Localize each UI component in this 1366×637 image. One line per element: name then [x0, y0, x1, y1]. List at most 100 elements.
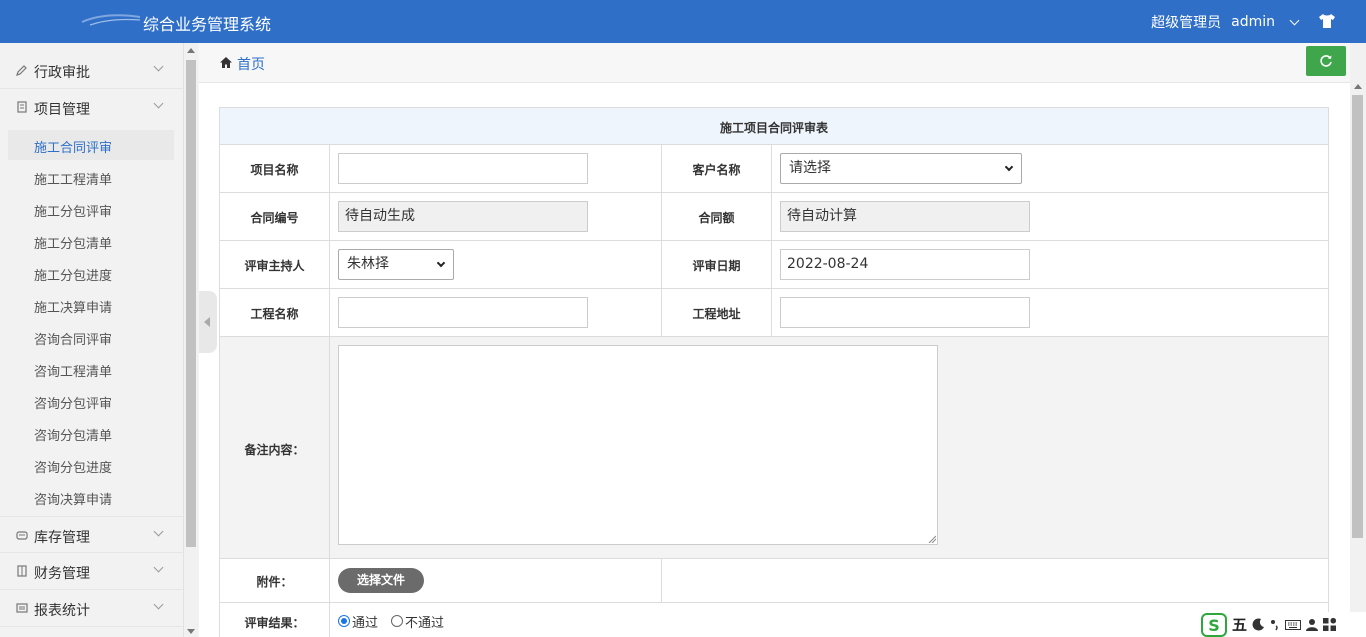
chevron-left-icon [204, 317, 210, 327]
ime-toolbar[interactable]: S 五 [1199, 612, 1366, 637]
sidebar-group-label: 行政审批 [34, 65, 90, 81]
form-title: 施工项目合同评审表 [719, 121, 828, 135]
report-icon [16, 603, 28, 613]
sidebar-item-construction-settlement[interactable]: 施工决算申请 [8, 290, 174, 320]
grid-menu-icon[interactable] [1323, 618, 1337, 631]
form-row-contract: 合同编号 待自动生成 合同额 待自动计算 [220, 193, 1328, 241]
sidebar: 行政审批 项目管理 施工合同评审 施工工程清单 施工分包评审 施工分包清单 施工… [0, 43, 184, 637]
resize-grip-icon[interactable] [928, 535, 936, 543]
review-host-label: 评审主持人 [244, 259, 305, 273]
sidebar-group-label: 财务管理 [34, 566, 90, 582]
chevron-down-icon [436, 258, 446, 268]
client-name-label: 客户名称 [692, 163, 741, 177]
review-host-selected: 朱林择 [347, 256, 389, 272]
sogou-ime-logo-icon: S [1201, 612, 1227, 637]
contract-amount-label: 合同额 [698, 211, 735, 225]
choose-file-button[interactable]: 选择文件 [338, 568, 424, 593]
chevron-down-icon [153, 98, 164, 109]
form-row-result: 评审结果： 通过 不通过 [220, 603, 1328, 637]
remarks-textarea[interactable] [338, 345, 938, 545]
sidebar-group-label: 报表统计 [34, 603, 90, 619]
keyboard-icon[interactable] [1285, 619, 1302, 631]
scroll-up-arrow-icon[interactable] [187, 48, 195, 53]
sidebar-scrollbar-thumb[interactable] [186, 60, 196, 547]
punctuation-icon[interactable] [1270, 618, 1280, 631]
engineering-address-label: 工程地址 [692, 307, 741, 321]
user-icon[interactable] [1306, 618, 1319, 631]
chevron-down-icon [153, 562, 164, 573]
result-fail-label[interactable]: 不通过 [405, 612, 444, 631]
sidebar-group-finance[interactable]: 财务管理 [0, 553, 183, 590]
chevron-down-icon [153, 599, 164, 610]
engineering-name-input[interactable] [338, 297, 588, 328]
project-name-label: 项目名称 [250, 163, 299, 177]
chevron-down-icon [153, 61, 164, 72]
sidebar-item-construction-sub-list[interactable]: 施工分包清单 [8, 226, 174, 256]
sidebar-item-construction-sub-review[interactable]: 施工分包评审 [8, 194, 174, 224]
sidebar-item-consulting-sub-progress[interactable]: 咨询分包进度 [8, 450, 174, 480]
sidebar-item-consulting-settlement[interactable]: 咨询决算申请 [8, 482, 174, 512]
contract-amount-field: 待自动计算 [780, 201, 1030, 232]
ime-mode-indicator[interactable]: 五 [1232, 614, 1247, 635]
chevron-down-icon [1289, 15, 1300, 25]
breadcrumb: 首页 [199, 43, 1350, 83]
chevron-down-icon [153, 526, 164, 537]
remarks-label: 备注内容： [244, 443, 305, 457]
file-icon [17, 101, 27, 113]
form-row-engineering: 工程名称 工程地址 [220, 289, 1328, 337]
sidebar-item-construction-contract-review[interactable]: 施工合同评审 [8, 130, 174, 160]
scroll-up-arrow-icon[interactable] [1354, 84, 1362, 89]
scroll-down-arrow-icon[interactable] [187, 629, 195, 634]
user-role: 超级管理员 [1151, 15, 1222, 31]
username: admin [1231, 14, 1275, 30]
project-name-input[interactable] [338, 153, 588, 184]
svg-text:S: S [1208, 616, 1220, 635]
logo-swoosh-icon [81, 14, 141, 26]
result-fail-radio[interactable] [391, 615, 403, 627]
form-row-host-date: 评审主持人 朱林择 评审日期 2022-08-24 [220, 241, 1328, 289]
ledger-icon [17, 565, 27, 577]
form-row-project-client: 项目名称 客户名称 请选择 [220, 145, 1328, 193]
refresh-button[interactable] [1306, 46, 1346, 76]
sidebar-group-project[interactable]: 项目管理 [0, 89, 183, 126]
contract-no-field: 待自动生成 [338, 201, 588, 232]
app-title: 综合业务管理系统 [143, 15, 272, 34]
contract-no-label: 合同编号 [250, 211, 299, 225]
sidebar-item-construction-bill[interactable]: 施工工程清单 [8, 162, 174, 192]
breadcrumb-home-link[interactable]: 首页 [237, 54, 265, 74]
refresh-icon [1320, 55, 1332, 67]
form-row-attachment: 附件： 选择文件 [220, 559, 1328, 603]
sidebar-group-admin-approval[interactable]: 行政审批 [0, 52, 183, 89]
engineering-name-label: 工程名称 [250, 307, 299, 321]
pencil-icon [16, 65, 27, 76]
sidebar-group-label: 库存管理 [34, 530, 90, 546]
home-icon [220, 57, 232, 68]
user-menu[interactable]: 超级管理员 admin [1151, 12, 1300, 32]
sidebar-collapse-toggle[interactable] [199, 291, 217, 353]
result-pass-radio[interactable] [338, 615, 350, 627]
sidebar-group-label: 项目管理 [34, 102, 90, 118]
result-pass-label[interactable]: 通过 [352, 612, 378, 631]
attachment-label: 附件： [256, 575, 293, 589]
form-row-remarks: 备注内容： [220, 337, 1328, 559]
main-content: 首页 施工项目合同评审表 项目名称 客户名称 请选择 合同编号 待自动生成 合同… [199, 43, 1350, 637]
moon-icon[interactable] [1252, 618, 1265, 631]
client-name-selected: 请选择 [789, 160, 831, 176]
chevron-down-icon [1004, 162, 1014, 172]
sidebar-group-inventory[interactable]: 库存管理 [0, 516, 183, 553]
main-scrollbar-thumb[interactable] [1352, 95, 1363, 538]
sidebar-group-reports[interactable]: 报表统计 [0, 590, 183, 627]
sidebar-item-consulting-sub-review[interactable]: 咨询分包评审 [8, 386, 174, 416]
sidebar-item-consulting-bill[interactable]: 咨询工程清单 [8, 354, 174, 384]
client-name-select[interactable]: 请选择 [780, 153, 1022, 184]
top-header: 综合业务管理系统 超级管理员 admin [0, 0, 1366, 43]
sidebar-item-consulting-contract-review[interactable]: 咨询合同评审 [8, 322, 174, 352]
review-date-input[interactable]: 2022-08-24 [780, 249, 1030, 280]
tshirt-theme-icon[interactable] [1318, 13, 1336, 29]
sidebar-item-consulting-sub-list[interactable]: 咨询分包清单 [8, 418, 174, 448]
review-result-label: 评审结果： [244, 616, 305, 630]
engineering-address-input[interactable] [780, 297, 1030, 328]
form-title-row: 施工项目合同评审表 [220, 108, 1328, 145]
review-host-select[interactable]: 朱林择 [338, 249, 454, 280]
sidebar-item-construction-sub-progress[interactable]: 施工分包进度 [8, 258, 174, 288]
